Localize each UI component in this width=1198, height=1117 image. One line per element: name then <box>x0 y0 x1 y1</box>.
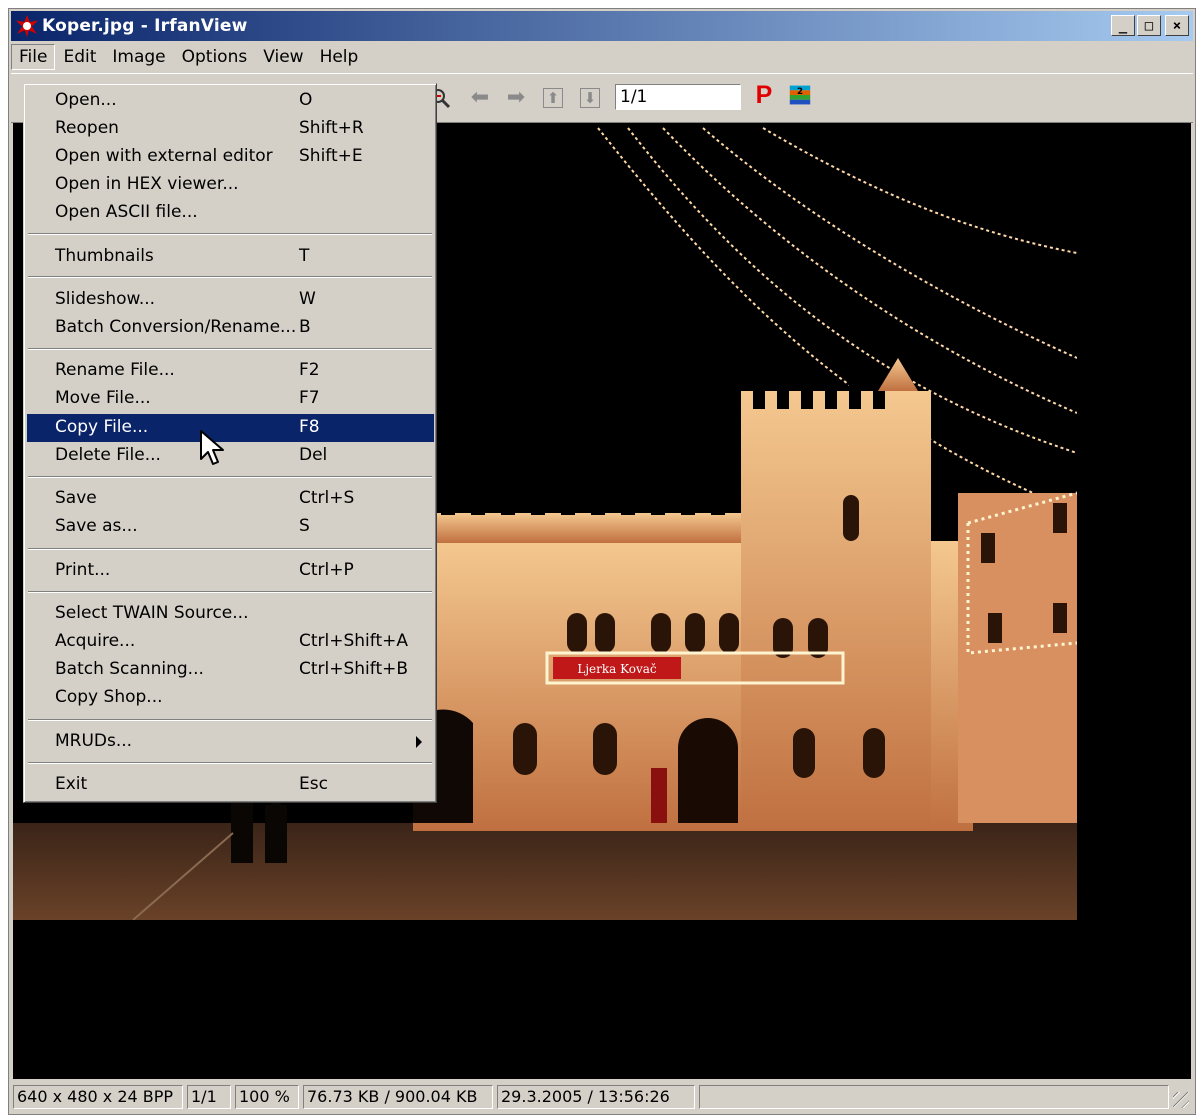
menu-reopen[interactable]: Reopen Shift+R <box>27 115 434 143</box>
menu-thumbnails[interactable]: Thumbnails T <box>27 243 434 271</box>
menu-image[interactable]: Image <box>104 44 173 70</box>
status-datetime: 29.3.2005 / 13:56:26 <box>497 1085 695 1109</box>
menu-options[interactable]: Options <box>174 44 256 70</box>
menu-select-twain[interactable]: Select TWAIN Source... <box>27 600 434 628</box>
menu-separator <box>28 276 432 278</box>
menu-mruds[interactable]: MRUDs... <box>27 728 434 756</box>
menu-save[interactable]: Save Ctrl+S <box>27 485 434 513</box>
menu-separator <box>28 762 432 764</box>
first-image-icon[interactable]: ⬆ <box>542 87 564 109</box>
minimize-button[interactable]: _ <box>1111 15 1135 36</box>
menu-acquire[interactable]: Acquire... Ctrl+Shift+A <box>27 628 434 656</box>
menu-help[interactable]: Help <box>312 44 367 70</box>
status-bar: 640 x 480 x 24 BPP 1/1 100 % 76.73 KB / … <box>13 1085 1193 1112</box>
file-menu-dropdown: Open... O Reopen Shift+R Open with externa… <box>23 83 437 803</box>
menu-move-file[interactable]: Move File... F7 <box>27 385 434 413</box>
menu-open-hex-viewer[interactable]: Open in HEX viewer... <box>27 171 434 199</box>
window-title: Koper.jpg - IrfanView <box>42 16 248 36</box>
menu-save-as[interactable]: Save as... S <box>27 513 434 541</box>
status-dimensions: 640 x 480 x 24 BPP <box>13 1085 183 1109</box>
irfanview-logo-icon[interactable] <box>16 15 38 37</box>
page-number-field[interactable]: 1/1 <box>615 84 741 110</box>
menu-rename-file[interactable]: Rename File... F2 <box>27 357 434 385</box>
menu-copy-file[interactable]: Copy File... F8 <box>27 414 434 442</box>
print-p-icon[interactable]: P <box>753 81 775 109</box>
status-filesize: 76.73 KB / 900.04 KB <box>303 1085 493 1109</box>
menu-exit[interactable]: Exit Esc <box>27 771 434 799</box>
status-zoom: 100 % <box>235 1085 299 1109</box>
status-empty <box>699 1085 1169 1109</box>
menu-print[interactable]: Print... Ctrl+P <box>27 557 434 585</box>
menu-delete-file[interactable]: Delete File... Del <box>27 442 434 470</box>
menu-batch-scanning[interactable]: Batch Scanning... Ctrl+Shift+B <box>27 656 434 684</box>
title-bar[interactable]: Koper.jpg - IrfanView _ □ × <box>11 11 1193 41</box>
submenu-arrow-icon <box>416 736 422 748</box>
irfanview-window: Koper.jpg - IrfanView _ □ × File Edit Im… <box>8 8 1196 1115</box>
close-button[interactable]: × <box>1165 15 1189 36</box>
resize-grip-icon[interactable] <box>1173 1092 1189 1108</box>
status-page: 1/1 <box>187 1085 231 1109</box>
maximize-button[interactable]: □ <box>1137 15 1161 36</box>
menu-separator <box>28 233 432 235</box>
previous-image-icon[interactable]: ⬅ <box>469 87 491 109</box>
menu-copy-shop[interactable]: Copy Shop... <box>27 684 434 712</box>
menu-separator <box>28 476 432 478</box>
menu-separator <box>28 719 432 721</box>
scan-icon[interactable]: 2 <box>789 84 811 106</box>
menu-file[interactable]: File <box>11 44 56 70</box>
menu-separator <box>28 548 432 550</box>
next-image-icon[interactable]: ➡ <box>505 87 527 109</box>
svg-text:2: 2 <box>797 87 803 97</box>
menu-open-ascii[interactable]: Open ASCII file... <box>27 199 434 227</box>
menu-slideshow[interactable]: Slideshow... W <box>27 286 434 314</box>
menu-separator <box>28 348 432 350</box>
menu-bar: File Edit Image Options View Help <box>11 43 1193 71</box>
menu-open[interactable]: Open... O <box>27 87 434 115</box>
menu-edit[interactable]: Edit <box>55 44 104 70</box>
menu-open-external-editor[interactable]: Open with external editor Shift+E <box>27 143 434 171</box>
mouse-cursor-icon <box>200 430 224 465</box>
menu-separator <box>28 591 432 593</box>
menu-view[interactable]: View <box>255 44 311 70</box>
banner-text: Ljerka Kovač <box>577 662 657 676</box>
last-image-icon[interactable]: ⬇ <box>579 87 601 109</box>
menu-batch-conversion[interactable]: Batch Conversion/Rename... B <box>27 314 434 342</box>
